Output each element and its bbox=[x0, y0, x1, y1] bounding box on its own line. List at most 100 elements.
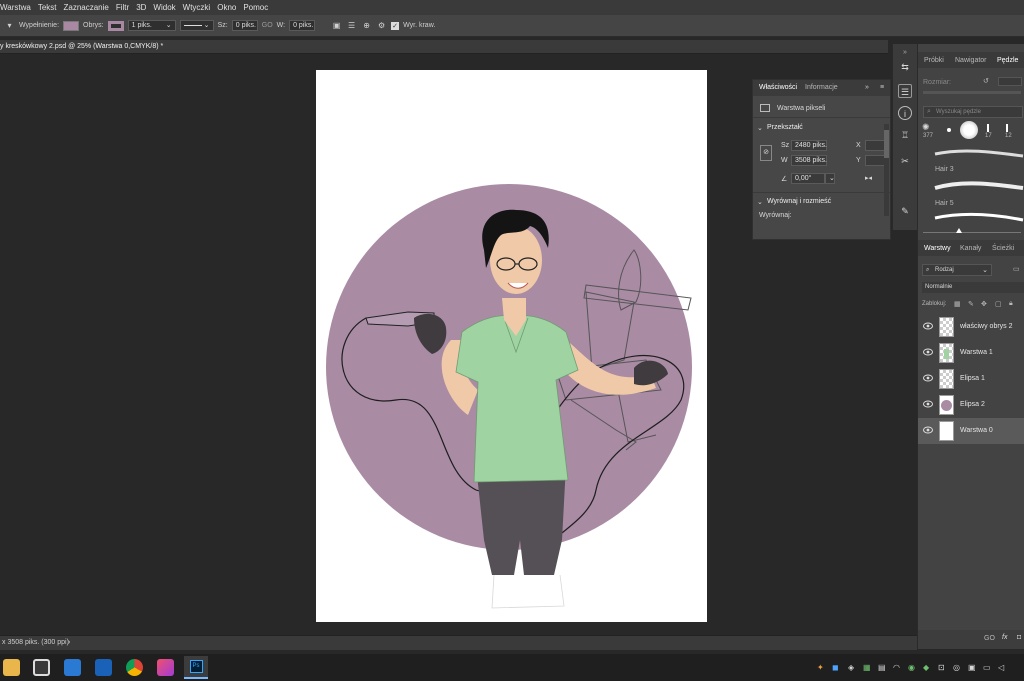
history-icon[interactable]: ⇆ bbox=[898, 60, 912, 74]
mask-icon[interactable]: ◘ bbox=[1017, 634, 1021, 641]
brush-size-field[interactable] bbox=[998, 77, 1022, 86]
tray-app-icon[interactable]: ⊡ bbox=[938, 663, 945, 672]
link-layers-icon[interactable]: GO bbox=[984, 635, 995, 642]
expand-icon[interactable]: » bbox=[898, 46, 912, 60]
tab-probki[interactable]: Próbki bbox=[924, 57, 944, 64]
lock-transparency-icon[interactable]: ▦ bbox=[954, 300, 961, 308]
adjustments-icon[interactable]: ☰ bbox=[898, 84, 912, 98]
volume-icon[interactable]: ◁ bbox=[998, 663, 1004, 672]
menu-wtyczki[interactable]: Wtyczki bbox=[183, 3, 211, 12]
height-prop-field[interactable]: 3508 piks. bbox=[791, 155, 827, 166]
angle-dropdown[interactable]: ⌄ bbox=[825, 173, 835, 184]
fill-swatch[interactable] bbox=[63, 20, 80, 31]
height-field[interactable]: 0 piks. bbox=[289, 20, 316, 31]
properties-scrollbar[interactable] bbox=[884, 124, 889, 216]
menu-zaznaczanie[interactable]: Zaznaczanie bbox=[64, 3, 109, 12]
gear-icon[interactable]: ⚙ bbox=[376, 20, 387, 31]
chevron-down-icon[interactable]: ⌄ bbox=[757, 124, 763, 132]
panel-menu-icon[interactable]: ≡ bbox=[880, 84, 884, 91]
layer-row[interactable]: właściwy obrys 2 bbox=[918, 314, 1024, 340]
brush-preview-slider[interactable] bbox=[923, 232, 1021, 233]
lock-position-icon[interactable]: ✥ bbox=[981, 300, 987, 308]
tab-sciezki[interactable]: Ścieżki bbox=[992, 245, 1014, 252]
chevron-down-icon[interactable]: ⌄ bbox=[757, 198, 763, 206]
align-edges-checkbox[interactable]: ✓ bbox=[391, 21, 400, 30]
reset-icon[interactable]: ↺ bbox=[983, 77, 989, 85]
document-tab[interactable]: y kreskówkowy 2.psd @ 25% (Warstwa 0,CMY… bbox=[0, 40, 888, 54]
stroke-width-field[interactable]: 1 piks. ⌄ bbox=[127, 20, 176, 31]
store-icon[interactable] bbox=[33, 659, 50, 676]
eye-icon[interactable] bbox=[923, 348, 933, 356]
tab-wlasciwosci[interactable]: Właściwości bbox=[759, 84, 797, 91]
tray-app-icon[interactable]: ▤ bbox=[878, 663, 886, 672]
path-operations-icon[interactable]: ▣ bbox=[331, 20, 342, 31]
width-prop-field[interactable]: 2480 piks. bbox=[791, 140, 827, 151]
lock-all-icon[interactable]: 🔒︎ bbox=[1009, 300, 1013, 308]
brush-search-field[interactable]: ⌕ Wyszukaj pędzle bbox=[923, 106, 1023, 118]
width-field[interactable]: 0 piks. bbox=[231, 20, 258, 31]
outlook-icon[interactable] bbox=[95, 659, 112, 676]
status-arrow-icon[interactable]: › bbox=[68, 639, 70, 646]
path-arrangement-icon[interactable]: ⊕ bbox=[361, 20, 372, 31]
layer-row-selected[interactable]: Warstwa 0 bbox=[918, 418, 1024, 444]
layer-filter-select[interactable]: ⌕ Rodzaj ⌄ bbox=[922, 264, 992, 276]
wifi-icon[interactable]: ◠ bbox=[893, 663, 900, 672]
x-prop-field[interactable] bbox=[865, 140, 885, 151]
eye-icon[interactable] bbox=[923, 322, 933, 330]
menu-warstwa[interactable]: Warstwa bbox=[0, 3, 31, 12]
brush-name-hair5[interactable]: Hair 5 bbox=[935, 200, 954, 207]
menu-pomoc[interactable]: Pomoc bbox=[243, 3, 268, 12]
tab-pedzle[interactable]: Pędzle bbox=[997, 57, 1018, 64]
nvidia-icon[interactable]: ◆ bbox=[923, 663, 929, 672]
slider-thumb[interactable] bbox=[956, 228, 962, 233]
menu-3d[interactable]: 3D bbox=[136, 3, 146, 12]
collapse-icon[interactable]: » bbox=[865, 84, 869, 91]
tools-icon[interactable]: ✂ bbox=[898, 154, 912, 168]
tray-app-icon[interactable]: ▦ bbox=[863, 663, 871, 672]
layer-row[interactable]: Warstwa 1 bbox=[918, 340, 1024, 366]
file-explorer-icon[interactable] bbox=[3, 659, 20, 676]
fx-icon[interactable]: fx bbox=[1002, 634, 1007, 641]
tray-app-icon[interactable]: ◎ bbox=[953, 663, 960, 672]
tray-app-icon[interactable]: ◈ bbox=[848, 663, 854, 672]
menu-filtr[interactable]: Filtr bbox=[116, 3, 129, 12]
clone-stamp-icon[interactable]: ♖ bbox=[898, 128, 912, 142]
menu-widok[interactable]: Widok bbox=[153, 3, 175, 12]
angle-field[interactable]: 0,00° bbox=[791, 173, 825, 184]
link-icon[interactable]: ⊘ bbox=[760, 145, 772, 161]
brush-tip-splatter[interactable]: ✺ bbox=[922, 122, 930, 133]
image-filter-icon[interactable]: ▭ bbox=[1013, 265, 1020, 273]
brush-tip-small[interactable] bbox=[947, 128, 951, 132]
menu-okno[interactable]: Okno bbox=[217, 3, 236, 12]
lock-pixels-icon[interactable]: ✎ bbox=[968, 300, 974, 308]
mail-icon[interactable] bbox=[64, 659, 81, 676]
layer-row[interactable]: Elipsa 1 bbox=[918, 366, 1024, 392]
lock-artboard-icon[interactable]: ▢ bbox=[995, 300, 1002, 308]
brush-tip-soft[interactable] bbox=[960, 121, 978, 139]
stroke-swatch[interactable] bbox=[107, 20, 124, 31]
brush-name-hair3[interactable]: Hair 3 bbox=[935, 166, 954, 173]
tray-app-icon[interactable]: ◉ bbox=[908, 663, 915, 672]
brush-tip-12[interactable] bbox=[1006, 124, 1008, 132]
stroke-type-select[interactable]: ⌄ bbox=[179, 20, 214, 31]
eye-icon[interactable] bbox=[923, 426, 933, 434]
blend-mode-select[interactable]: Normalnie bbox=[922, 282, 1024, 293]
tray-app-icon[interactable]: ▣ bbox=[968, 663, 976, 672]
photoshop-taskbar-item[interactable]: Ps bbox=[184, 656, 208, 679]
chrome-icon[interactable] bbox=[126, 659, 143, 676]
brush-size-slider[interactable] bbox=[923, 91, 1021, 94]
network-icon[interactable]: ▭ bbox=[983, 663, 991, 672]
flip-horizontal-icon[interactable]: ▸◂ bbox=[865, 174, 872, 182]
tab-nawigator[interactable]: Nawigator bbox=[955, 57, 987, 64]
tab-warstwy[interactable]: Warstwy bbox=[924, 245, 951, 252]
tray-app-icon[interactable]: ◼ bbox=[832, 663, 839, 672]
creative-cloud-icon[interactable] bbox=[157, 659, 174, 676]
brush-tip-17[interactable] bbox=[987, 124, 989, 132]
link-dimensions-label[interactable]: GO bbox=[262, 22, 273, 29]
brush-settings-icon[interactable]: ✎ bbox=[898, 204, 912, 218]
info-icon[interactable]: i bbox=[898, 106, 912, 120]
tab-kanaly[interactable]: Kanały bbox=[960, 245, 981, 252]
eye-icon[interactable] bbox=[923, 400, 933, 408]
menu-tekst[interactable]: Tekst bbox=[38, 3, 57, 12]
y-prop-field[interactable] bbox=[865, 155, 885, 166]
